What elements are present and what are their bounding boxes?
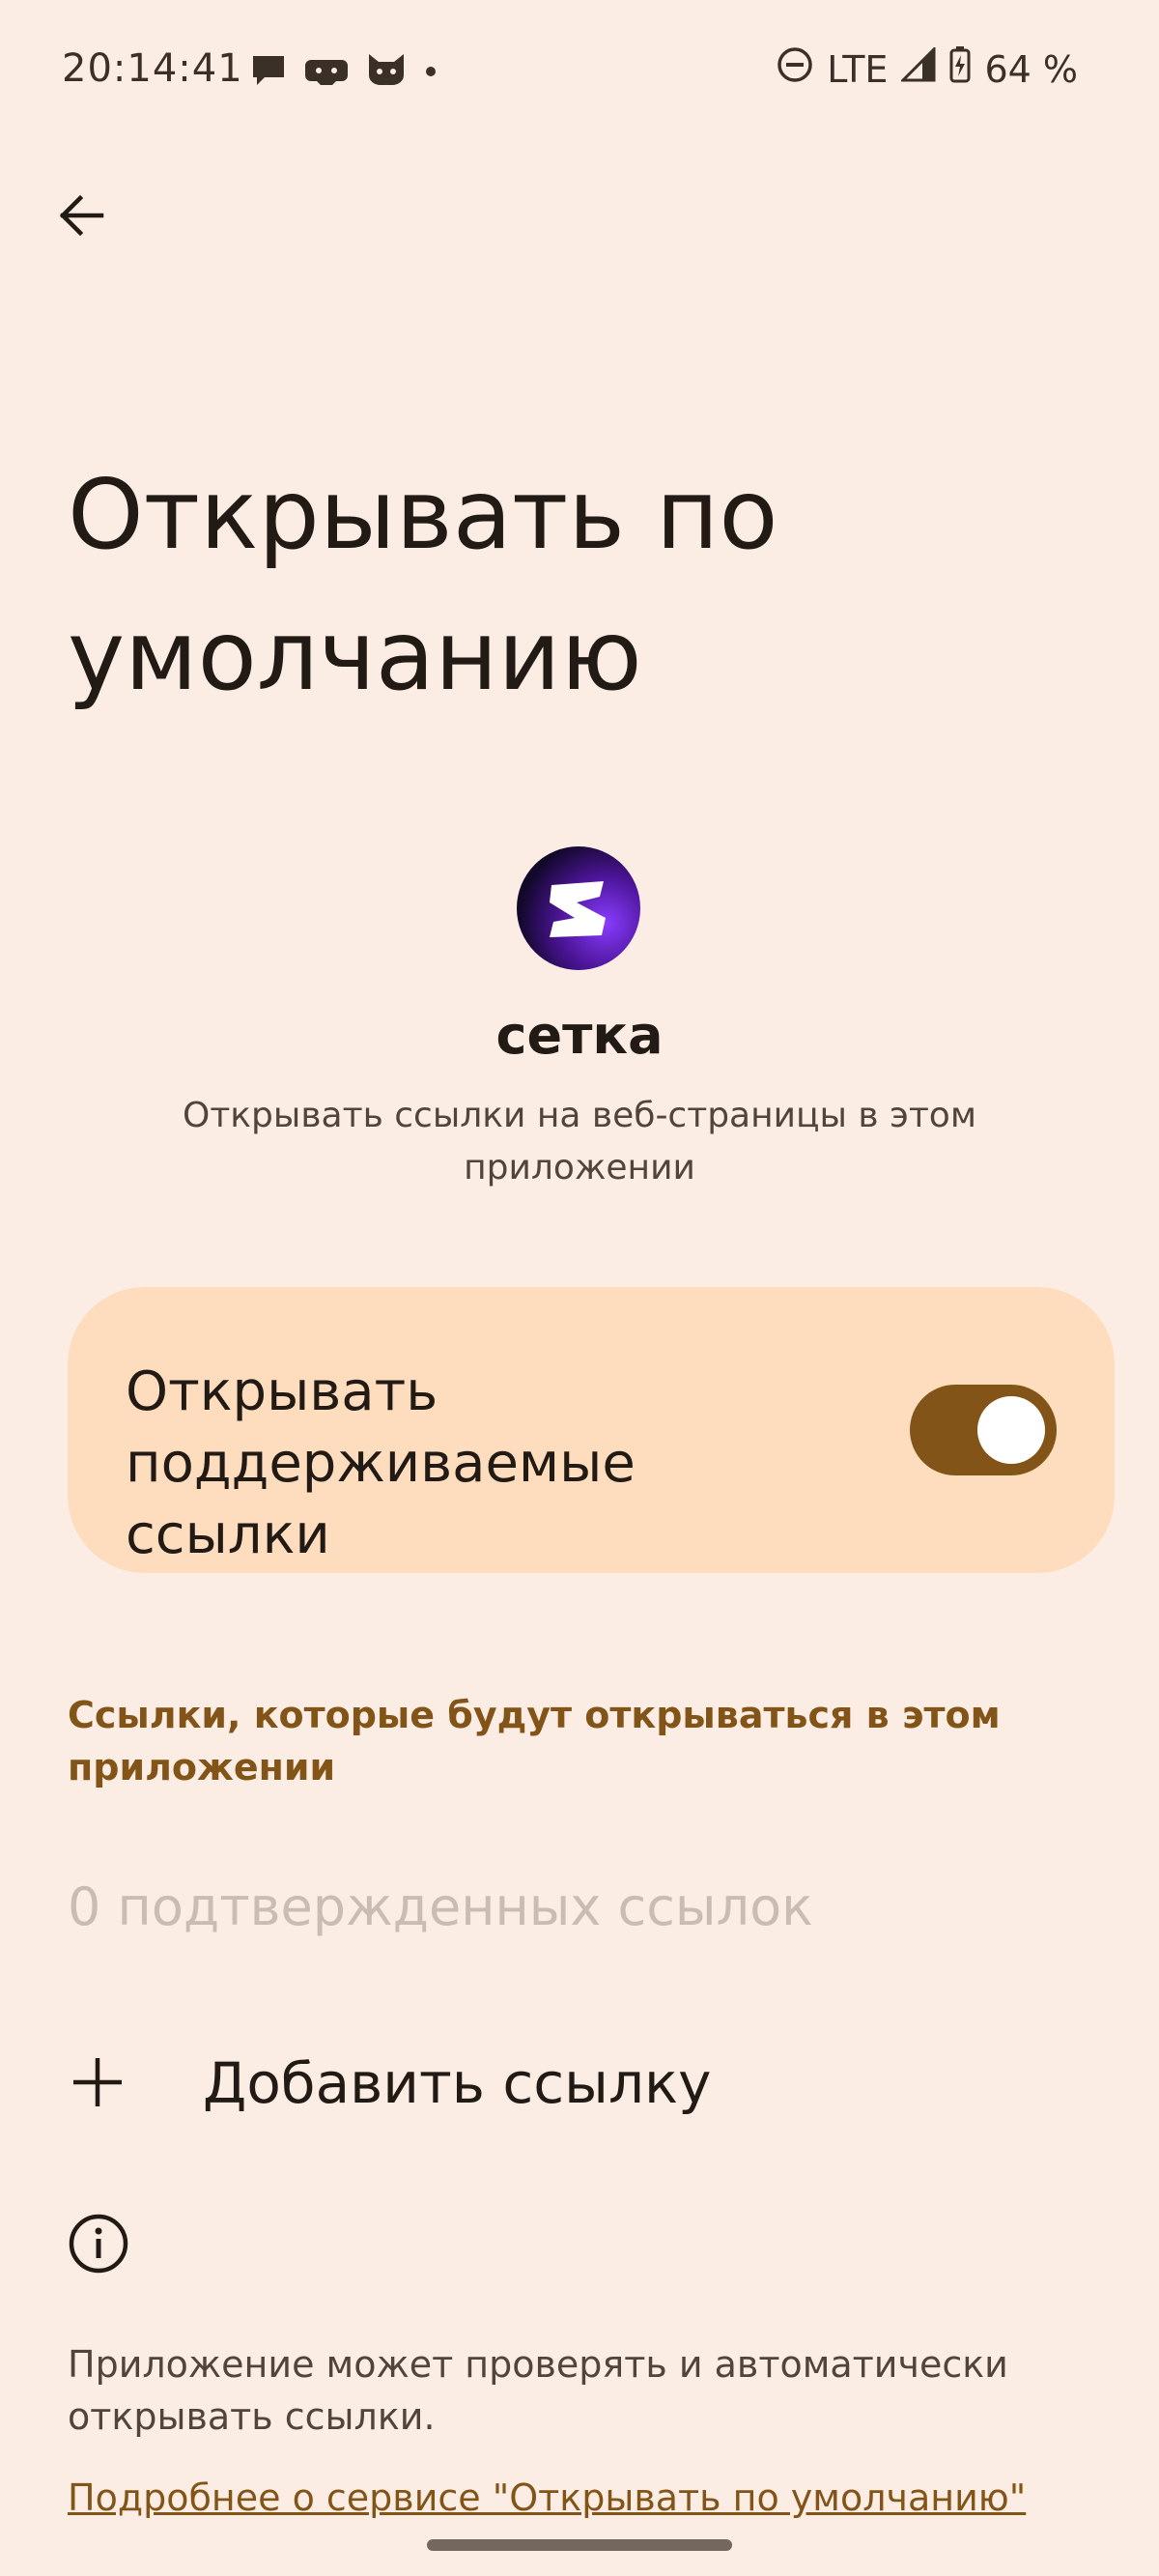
notification-icons <box>249 50 437 89</box>
battery-level: 64 % <box>984 47 1078 91</box>
plus-icon <box>70 2054 126 2110</box>
add-link-button[interactable]: Добавить ссылку <box>58 2029 1101 2135</box>
verified-links-empty: 0 подтвержденных ссылок <box>68 1876 813 1937</box>
signal-icon <box>899 45 936 91</box>
page-title: Открывать по умолчанию <box>68 458 778 712</box>
links-section-header: Ссылки, которые будут открываться в этом… <box>68 1694 1001 1789</box>
learn-more-link[interactable]: Подробнее о сервисе "Открывать по умолча… <box>68 2472 1091 2524</box>
app-name: сетка <box>495 1005 664 1066</box>
system-status: LTE 64 % <box>777 45 1078 92</box>
arrow-back-icon <box>55 190 105 244</box>
info-text: Приложение может проверять и автоматичес… <box>68 2343 1008 2438</box>
open-supported-links-switch[interactable] <box>910 1385 1057 1475</box>
open-supported-links-label: Открывать поддерживаемые ссылки <box>126 1360 636 1566</box>
chat-bubble-icon <box>249 50 288 89</box>
app-icon <box>517 846 640 970</box>
status-bar: 20:14:41 LTE 64 % <box>0 0 1159 143</box>
network-type: LTE <box>827 47 889 91</box>
add-link-label: Добавить ссылку <box>203 2050 712 2116</box>
cat-icon <box>365 50 408 89</box>
dot-icon <box>425 50 437 89</box>
do-not-disturb-icon <box>777 46 813 92</box>
switch-thumb <box>977 1396 1045 1464</box>
back-button[interactable] <box>46 184 114 251</box>
navigation-handle[interactable] <box>427 2539 732 2551</box>
info-icon <box>68 2213 129 2275</box>
app-description: Открывать ссылки на веб-страницы в этом … <box>183 1096 976 1188</box>
status-time: 20:14:41 <box>62 46 243 91</box>
open-supported-links-card[interactable]: Открывать поддерживаемые ссылки <box>68 1287 1115 1573</box>
battery-charging-icon <box>949 46 971 92</box>
gamepad-icon <box>305 50 348 89</box>
